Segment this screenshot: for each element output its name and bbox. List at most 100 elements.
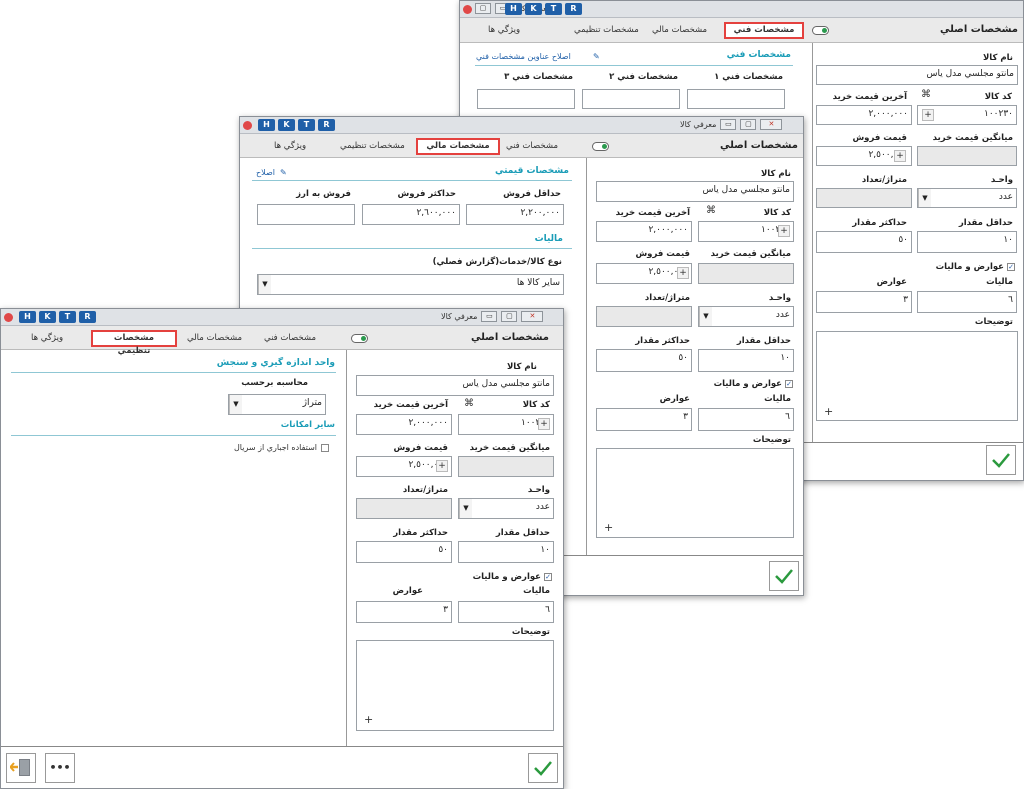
duty-field[interactable]: ٣ (356, 601, 452, 623)
key-h-button[interactable]: H (19, 311, 36, 323)
spec1-field[interactable] (687, 89, 785, 109)
pencil-icon[interactable]: ✎ (280, 168, 287, 177)
restore-icon[interactable]: ▢ (475, 3, 491, 14)
sell-plus-button[interactable]: + (436, 460, 448, 472)
main-toggle[interactable] (351, 334, 368, 343)
last-buy-field[interactable]: ٢,٠٠٠,٠٠٠ (816, 105, 912, 125)
barcode-icon[interactable]: ⌘ (464, 398, 474, 409)
duty-field[interactable]: ٣ (816, 291, 912, 313)
key-h-button[interactable]: H (505, 3, 522, 15)
sell-plus-button[interactable]: + (894, 150, 906, 162)
tax-checkbox[interactable]: ✓ (1007, 263, 1015, 271)
tab-setup[interactable]: مشخصات تنظيمي (91, 330, 177, 356)
key-k-button[interactable]: K (39, 311, 56, 323)
close-dot-icon[interactable] (463, 5, 472, 14)
max-field[interactable]: ٥٠ (356, 541, 452, 563)
tab-technical[interactable]: مشخصات فني (724, 22, 804, 39)
close-icon[interactable]: ✕ (521, 311, 544, 322)
ok-button[interactable] (528, 753, 558, 783)
key-t-button[interactable]: T (59, 311, 76, 323)
unit-dropdown-icon[interactable]: ▼ (699, 307, 712, 326)
main-toggle[interactable] (592, 142, 609, 151)
last-buy-field[interactable]: ٢,٠٠٠,٠٠٠ (356, 414, 452, 435)
unit-select[interactable]: عدد (698, 306, 794, 327)
key-r-button[interactable]: R (565, 3, 582, 15)
tab-features[interactable]: ويژگي ها (25, 330, 69, 347)
barcode-icon[interactable]: ⌘ (921, 89, 931, 100)
edit-link[interactable]: اصلاح (256, 168, 275, 177)
min-field[interactable]: ١٠ (698, 349, 794, 372)
desc-plus-icon[interactable]: + (824, 405, 833, 418)
desc-field[interactable] (356, 640, 554, 731)
desc-plus-icon[interactable]: + (364, 713, 373, 726)
tax-field[interactable]: ٦ (698, 408, 794, 431)
sell-plus-button[interactable]: + (677, 267, 689, 279)
serial-checkbox[interactable] (321, 444, 329, 452)
key-k-button[interactable]: K (278, 119, 295, 131)
name-field[interactable]: مانتو مجلسي مدل ياس (816, 65, 1018, 85)
tab-technical[interactable]: مشخصات فني (258, 330, 322, 347)
tab-features[interactable]: ويژگي ها (268, 138, 312, 155)
minimize-icon[interactable]: ▭ (481, 311, 498, 322)
tab-financial[interactable]: مشخصات مالي (416, 138, 500, 155)
pencil-icon[interactable]: ✎ (593, 52, 600, 61)
calc-dropdown-icon[interactable]: ▼ (229, 395, 242, 414)
main-toggle[interactable] (812, 26, 829, 35)
desc-field[interactable] (816, 331, 1018, 421)
goods-type-dropdown-icon[interactable]: ▼ (258, 275, 271, 294)
key-t-button[interactable]: T (545, 3, 562, 15)
desc-field[interactable] (596, 448, 794, 538)
max-sell-field[interactable]: ٢,٦٠٠,٠٠٠ (362, 204, 460, 225)
tax-field[interactable]: ٦ (917, 291, 1017, 313)
unit-select[interactable]: عدد (917, 188, 1017, 208)
tax-checkbox[interactable]: ✓ (544, 573, 552, 581)
restore-icon[interactable]: ▢ (501, 311, 518, 322)
tab-setup[interactable]: مشخصات تنظيمي (568, 22, 645, 39)
tab-setup[interactable]: مشخصات تنظيمي (334, 138, 411, 155)
key-r-button[interactable]: R (318, 119, 335, 131)
ok-button[interactable] (986, 445, 1016, 475)
key-t-button[interactable]: T (298, 119, 315, 131)
min-field[interactable]: ١٠ (917, 231, 1017, 253)
unit-select[interactable]: عدد (458, 498, 554, 519)
tax-field[interactable]: ٦ (458, 601, 554, 623)
unit-dropdown-icon[interactable]: ▼ (918, 189, 931, 207)
ok-button[interactable] (769, 561, 799, 591)
name-field[interactable]: مانتو مجلسي مدل ياس (356, 375, 554, 396)
unit-dropdown-icon[interactable]: ▼ (459, 499, 472, 518)
close-icon[interactable]: ✕ (760, 119, 783, 130)
minimize-icon[interactable]: ▭ (720, 119, 737, 130)
code-plus-button[interactable]: + (922, 109, 934, 121)
max-field[interactable]: ٥٠ (596, 349, 692, 372)
tab-financial[interactable]: مشخصات مالي (646, 22, 713, 39)
spec3-field[interactable] (477, 89, 575, 109)
close-dot-icon[interactable] (4, 313, 13, 322)
min-sell-field[interactable]: ٢,٢٠٠,٠٠٠ (466, 204, 564, 225)
name-field[interactable]: مانتو مجلسي مدل ياس (596, 181, 794, 202)
max-field[interactable]: ٥٠ (816, 231, 912, 253)
code-plus-button[interactable]: + (538, 418, 550, 430)
restore-icon[interactable]: ▢ (740, 119, 757, 130)
tab-financial[interactable]: مشخصات مالي (181, 330, 248, 347)
key-r-button[interactable]: R (79, 311, 96, 323)
key-h-button[interactable]: H (258, 119, 275, 131)
tab-features[interactable]: ويژگي ها (482, 22, 526, 39)
code-plus-button[interactable]: + (778, 225, 790, 237)
calc-select[interactable]: متراژ (228, 394, 326, 415)
tax-checkbox[interactable]: ✓ (785, 380, 793, 388)
title-bar: HKTR معرفي كالا ▭ ▢ ✕ (1, 309, 563, 326)
barcode-icon[interactable]: ⌘ (706, 205, 716, 216)
edit-titles-link[interactable]: اصلاح عناوين مشخصات فني (476, 52, 571, 61)
close-dot-icon[interactable] (243, 121, 252, 130)
key-k-button[interactable]: K (525, 3, 542, 15)
duty-field[interactable]: ٣ (596, 408, 692, 431)
min-field[interactable]: ١٠ (458, 541, 554, 563)
desc-plus-icon[interactable]: + (604, 521, 613, 534)
fx-sell-field[interactable] (257, 204, 355, 225)
spec2-field[interactable] (582, 89, 680, 109)
last-buy-field[interactable]: ٢,٠٠٠,٠٠٠ (596, 221, 692, 242)
tab-technical[interactable]: مشخصات فني (500, 138, 564, 155)
goods-type-select[interactable]: ساير كالا ها (257, 274, 564, 295)
exit-button[interactable] (6, 753, 36, 783)
more-button[interactable]: ••• (45, 753, 75, 783)
